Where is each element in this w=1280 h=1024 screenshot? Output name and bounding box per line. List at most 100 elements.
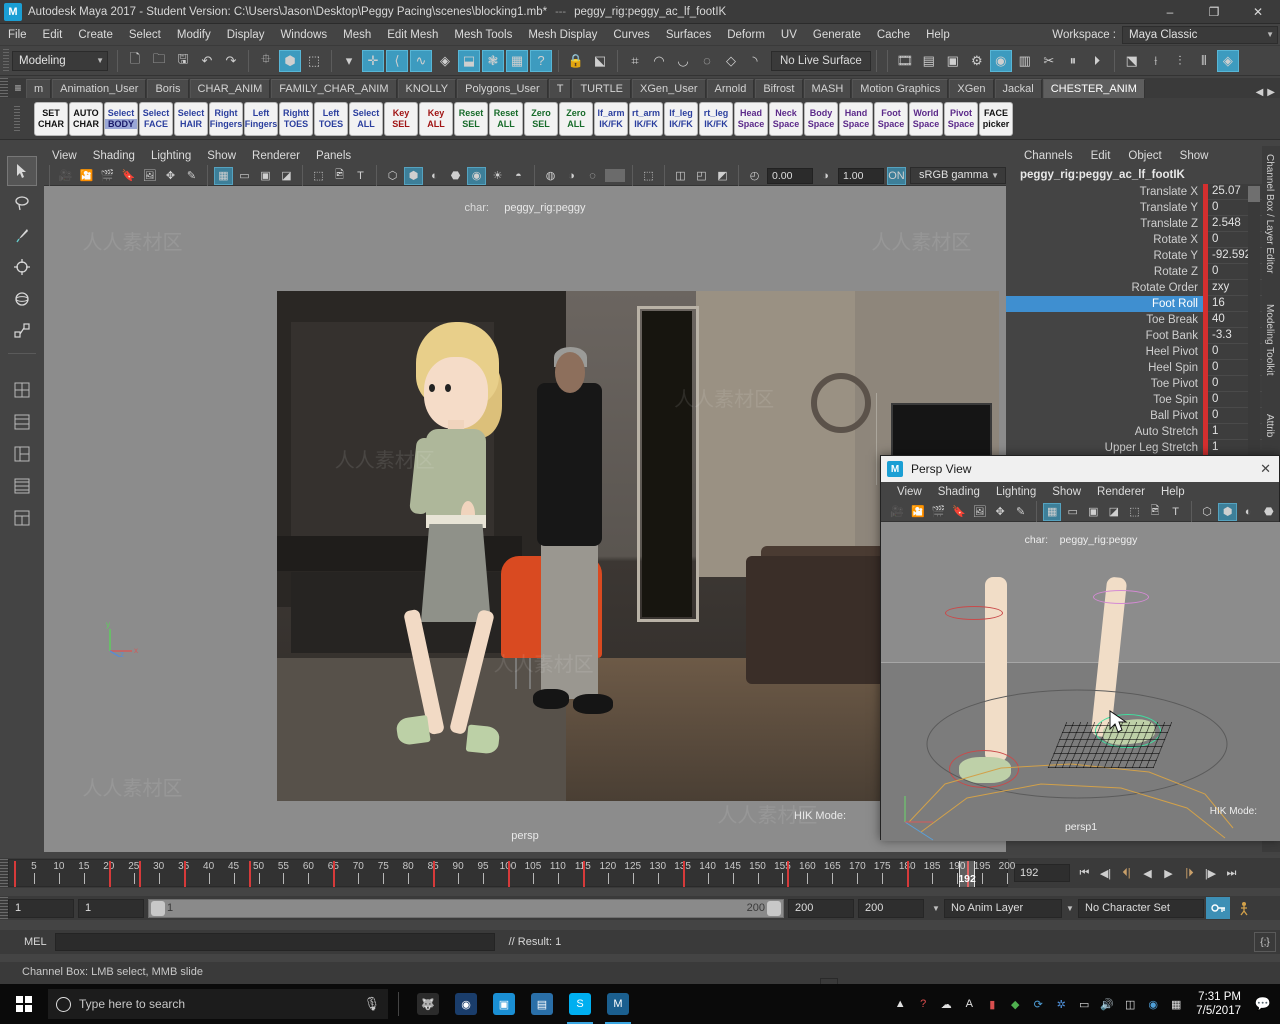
persp-menu-view[interactable]: View (889, 482, 930, 502)
range-slider-grip[interactable] (0, 897, 8, 919)
smooth-shade-all-icon[interactable]: ⬢ (404, 166, 423, 185)
character-peggy[interactable] (378, 321, 537, 771)
render-current-frame-icon[interactable]: ▤ (918, 50, 940, 72)
hypershade-icon[interactable]: ◉ (989, 49, 1012, 72)
exposure-icon[interactable]: ◴ (745, 167, 764, 185)
playblast-icon[interactable]: ⏵ (1086, 50, 1108, 72)
exposure-value[interactable]: 0.00 (767, 167, 813, 184)
channelbox-menu-channels[interactable]: Channels (1016, 146, 1081, 166)
channel-row-auto-stretch[interactable]: Auto Stretch 1 (1006, 424, 1262, 440)
texture-display-icon[interactable]: ◉ (467, 166, 486, 185)
notifications-icon[interactable]: 💬 (1250, 984, 1276, 1024)
shelf-next-icon[interactable]: ▶ (1265, 87, 1277, 98)
taskbar-app-skype[interactable]: S (561, 984, 599, 1024)
select-curve-icon[interactable]: ∿ (410, 49, 432, 72)
shelf-tab-knolly[interactable]: KNOLLY (397, 79, 457, 98)
shelf-tab-family-char-anim[interactable]: FAMILY_CHAR_ANIM (271, 79, 397, 98)
chevron-down-icon[interactable]: ▼ (928, 904, 944, 913)
range-slider[interactable]: 1 200 (148, 898, 784, 918)
shelf-button-lf-leg-ikfk[interactable]: lf_leg IK/FK (664, 101, 698, 136)
channel-row-ball-pivot[interactable]: Ball Pivot 0 (1006, 408, 1262, 424)
lasso-tool-icon[interactable] (7, 188, 37, 218)
keyframe-marker[interactable] (13, 861, 16, 887)
bluetooth-icon[interactable]: ✲ (1050, 984, 1072, 1024)
taskbar-clock[interactable]: 7:31 PM 7/5/2017 (1188, 990, 1249, 1018)
select-component-icon[interactable]: ⬚ (303, 50, 325, 72)
channel-row-rotate-x[interactable]: Rotate X0 (1006, 232, 1262, 248)
playback-end-field[interactable]: 200 (858, 898, 924, 918)
shelf-button-world-space[interactable]: World Space (909, 101, 943, 136)
bookmark-camera-icon[interactable]: 🎬 (98, 167, 117, 185)
shelf-tab-mash[interactable]: MASH (803, 79, 852, 98)
shelf-button-key-sel[interactable]: Key SEL (384, 101, 418, 136)
shelf-tab-arnold[interactable]: Arnold (706, 79, 755, 98)
layout-quad-icon[interactable] (7, 471, 37, 501)
menu-mesh-display[interactable]: Mesh Display (520, 24, 605, 46)
keyframe-marker[interactable] (582, 861, 585, 887)
grease-pencil-icon[interactable]: ✎ (1011, 503, 1030, 521)
move-tool-icon[interactable] (7, 252, 37, 282)
keyframe-marker[interactable] (108, 861, 111, 887)
menu-cache[interactable]: Cache (869, 24, 918, 46)
channel-row-toe-pivot[interactable]: Toe Pivot 0 (1006, 376, 1262, 392)
sync-icon[interactable]: ⟳ (1027, 984, 1049, 1024)
shelf-button-zero-sel[interactable]: Zero SEL (524, 101, 558, 136)
shelf-button-right-toes[interactable]: Rightt TOES (279, 101, 313, 136)
motion-blur-icon[interactable]: ◑ (562, 167, 581, 185)
xray-joints-icon[interactable]: ◰ (692, 167, 711, 185)
close-icon[interactable]: ✕ (1260, 461, 1279, 477)
shelf-button-head-space[interactable]: Head Space (734, 101, 768, 136)
shelf-button-right-fingers[interactable]: Right Fingers (209, 101, 243, 136)
shadow-display-icon[interactable]: ◓ (509, 167, 528, 185)
shelf-button-rt-arm-ikfk[interactable]: rt_arm IK/FK (629, 101, 663, 136)
shelf-button-left-fingers[interactable]: Left Fingers (244, 101, 278, 136)
persp-window-titlebar[interactable]: M Persp View ✕ (881, 456, 1279, 482)
time-slider-track[interactable]: 5101520253035404550556065707580859095100… (8, 859, 1015, 887)
minimize-button[interactable]: – (1148, 0, 1192, 24)
shelf-button-left-toes[interactable]: Left TOES (314, 101, 348, 136)
workspace-dropdown[interactable]: Maya Classic ▼ (1122, 25, 1278, 44)
shelf-button-neck-space[interactable]: Neck Space (769, 101, 803, 136)
shelf-button-set-char[interactable]: SET CHAR (34, 101, 68, 136)
shelf-tab-animation-user[interactable]: Animation_User (52, 79, 147, 98)
range-handle-left[interactable] (151, 900, 165, 916)
previous-key-button[interactable]: ⏴| (1118, 864, 1135, 882)
dropbox-icon[interactable]: ◆ (1004, 984, 1026, 1024)
language-icon[interactable]: A (958, 984, 980, 1024)
exposure-control-icon[interactable]: ⬚ (1125, 503, 1144, 521)
command-input[interactable] (54, 933, 495, 951)
range-handle-right[interactable] (767, 900, 781, 916)
use-default-material-icon[interactable]: ⬣ (446, 167, 465, 185)
channelbox-menu-object[interactable]: Object (1120, 146, 1169, 166)
next-key-button[interactable]: |⏵ (1181, 864, 1198, 882)
shelf-button-select-body[interactable]: Select BODY (104, 101, 138, 136)
menu-edit[interactable]: Edit (35, 24, 71, 46)
snap-projected-icon[interactable]: ◌ (696, 50, 718, 72)
script-editor-icon[interactable]: {;} (1254, 932, 1276, 952)
menu-uv[interactable]: UV (773, 24, 805, 46)
snap-point-icon[interactable]: ◡ (672, 50, 694, 72)
shelf-tab-boris[interactable]: Boris (147, 79, 189, 98)
channel-row-foot-bank[interactable]: Foot Bank -3.3 (1006, 328, 1262, 344)
keyframe-marker[interactable] (183, 861, 186, 887)
shelf-button-body-space[interactable]: Body Space (804, 101, 838, 136)
anim-start-field[interactable]: 1 (78, 898, 144, 918)
bookmark-icon[interactable]: 🔖 (950, 503, 969, 521)
swatch-icon[interactable] (604, 168, 626, 183)
viewport-menu-show[interactable]: Show (199, 146, 244, 166)
screen-space-ao-icon[interactable]: ◍ (541, 167, 560, 185)
knee-control-right[interactable] (1093, 590, 1149, 604)
shelf-button-reset-all[interactable]: Reset ALL (489, 101, 523, 136)
render-setup-icon[interactable]: ▥ (1014, 50, 1036, 72)
grid-toggle-icon[interactable]: ▦ (214, 166, 233, 185)
image-view-icon[interactable]: 🖻 (330, 167, 349, 185)
anim-end-field[interactable]: 200 (788, 898, 854, 918)
persp-menu-help[interactable]: Help (1153, 482, 1193, 502)
shelf-tab-xgen-user[interactable]: XGen_User (632, 79, 706, 98)
dock-tab-modeling-toolkit[interactable]: Modeling Toolkit (1262, 296, 1277, 406)
select-mask-chevron-icon[interactable]: ▾ (338, 50, 360, 72)
channel-row-rotate-y[interactable]: Rotate Y -92.592 (1006, 248, 1262, 264)
persp-menu-show[interactable]: Show (1044, 482, 1089, 502)
shelf-tab-motion-graphics[interactable]: Motion Graphics (852, 79, 949, 98)
onedrive-icon[interactable]: ☁ (935, 984, 957, 1024)
